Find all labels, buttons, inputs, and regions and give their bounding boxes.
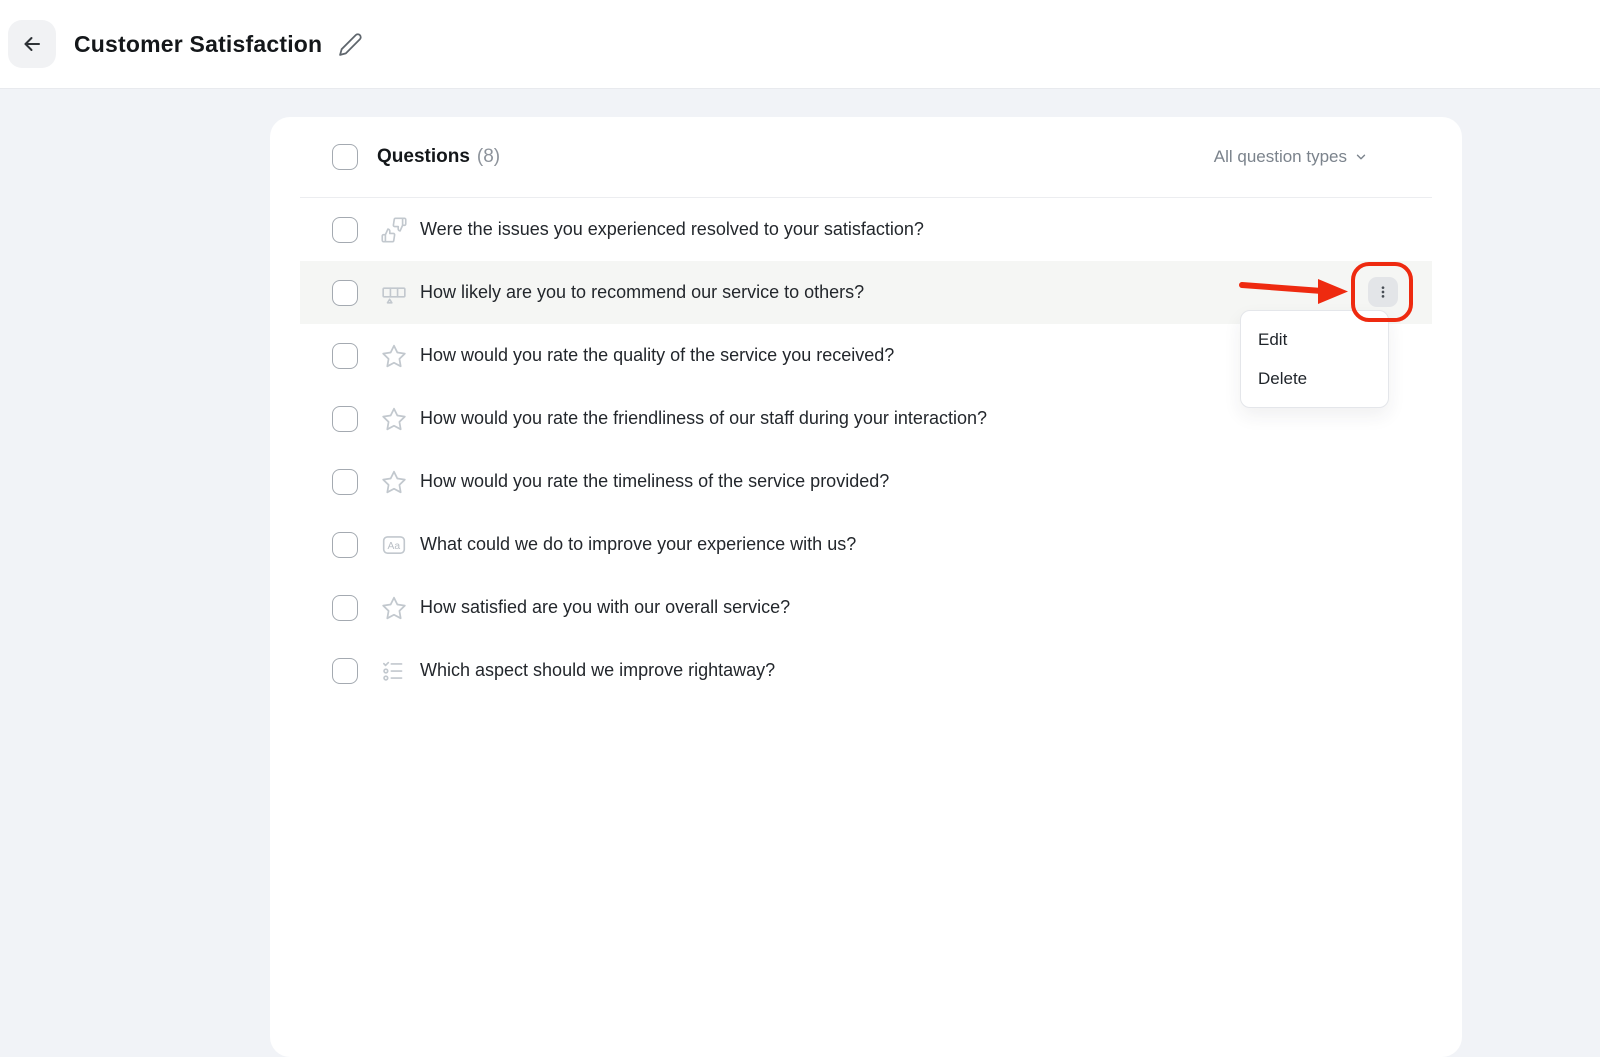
star-rating-icon (381, 406, 407, 432)
thumbs-rating-icon (381, 217, 407, 243)
page-title: Customer Satisfaction (74, 31, 322, 58)
kebab-icon (1375, 284, 1391, 300)
row-checkbox[interactable] (332, 658, 358, 684)
question-text[interactable]: What could we do to improve your experie… (420, 534, 856, 555)
row-checkbox[interactable] (332, 280, 358, 306)
questions-heading: Questions (377, 146, 470, 168)
row-actions-button[interactable] (1368, 277, 1398, 307)
svg-text:Aa: Aa (388, 540, 401, 551)
question-text[interactable]: How would you rate the quality of the se… (420, 345, 894, 366)
pencil-icon (338, 32, 363, 57)
question-text[interactable]: How would you rate the friendliness of o… (420, 408, 987, 429)
star-rating-icon (381, 469, 407, 495)
questions-panel: Questions (8) All question types (270, 117, 1462, 1057)
chevron-down-icon (1354, 150, 1368, 164)
question-row: Which aspect should we improve rightaway… (300, 639, 1432, 702)
row-actions-menu: Edit Delete (1240, 310, 1389, 408)
row-checkbox[interactable] (332, 406, 358, 432)
row-checkbox[interactable] (332, 595, 358, 621)
question-text[interactable]: How would you rate the timeliness of the… (420, 471, 889, 492)
questions-panel-header: Questions (8) All question types (300, 117, 1432, 198)
question-type-filter[interactable]: All question types (1214, 147, 1368, 167)
multiple-choice-icon (381, 658, 407, 684)
row-checkbox[interactable] (332, 469, 358, 495)
star-rating-icon (381, 343, 407, 369)
row-checkbox[interactable] (332, 343, 358, 369)
question-row: Aa What could we do to improve your expe… (300, 513, 1432, 576)
row-checkbox[interactable] (332, 532, 358, 558)
menu-item-edit[interactable]: Edit (1241, 320, 1388, 359)
star-rating-icon (381, 595, 407, 621)
question-row: How satisfied are you with our overall s… (300, 576, 1432, 639)
rename-survey-button[interactable] (336, 30, 365, 59)
opinion-scale-icon (381, 280, 407, 306)
select-all-checkbox[interactable] (332, 144, 358, 170)
top-bar: Customer Satisfaction (0, 0, 1600, 89)
question-row: How would you rate the timeliness of the… (300, 450, 1432, 513)
text-input-icon: Aa (381, 532, 407, 558)
question-row: Were the issues you experienced resolved… (300, 198, 1432, 261)
arrow-left-icon (20, 32, 44, 56)
question-text[interactable]: How satisfied are you with our overall s… (420, 597, 790, 618)
question-text[interactable]: Were the issues you experienced resolved… (420, 219, 924, 240)
question-type-filter-label: All question types (1214, 147, 1347, 167)
menu-item-delete[interactable]: Delete (1241, 359, 1388, 398)
questions-count: (8) (477, 146, 500, 168)
question-list: Were the issues you experienced resolved… (300, 198, 1432, 702)
question-text[interactable]: Which aspect should we improve rightaway… (420, 660, 775, 681)
row-checkbox[interactable] (332, 217, 358, 243)
question-text[interactable]: How likely are you to recommend our serv… (420, 282, 864, 303)
back-button[interactable] (8, 20, 56, 68)
